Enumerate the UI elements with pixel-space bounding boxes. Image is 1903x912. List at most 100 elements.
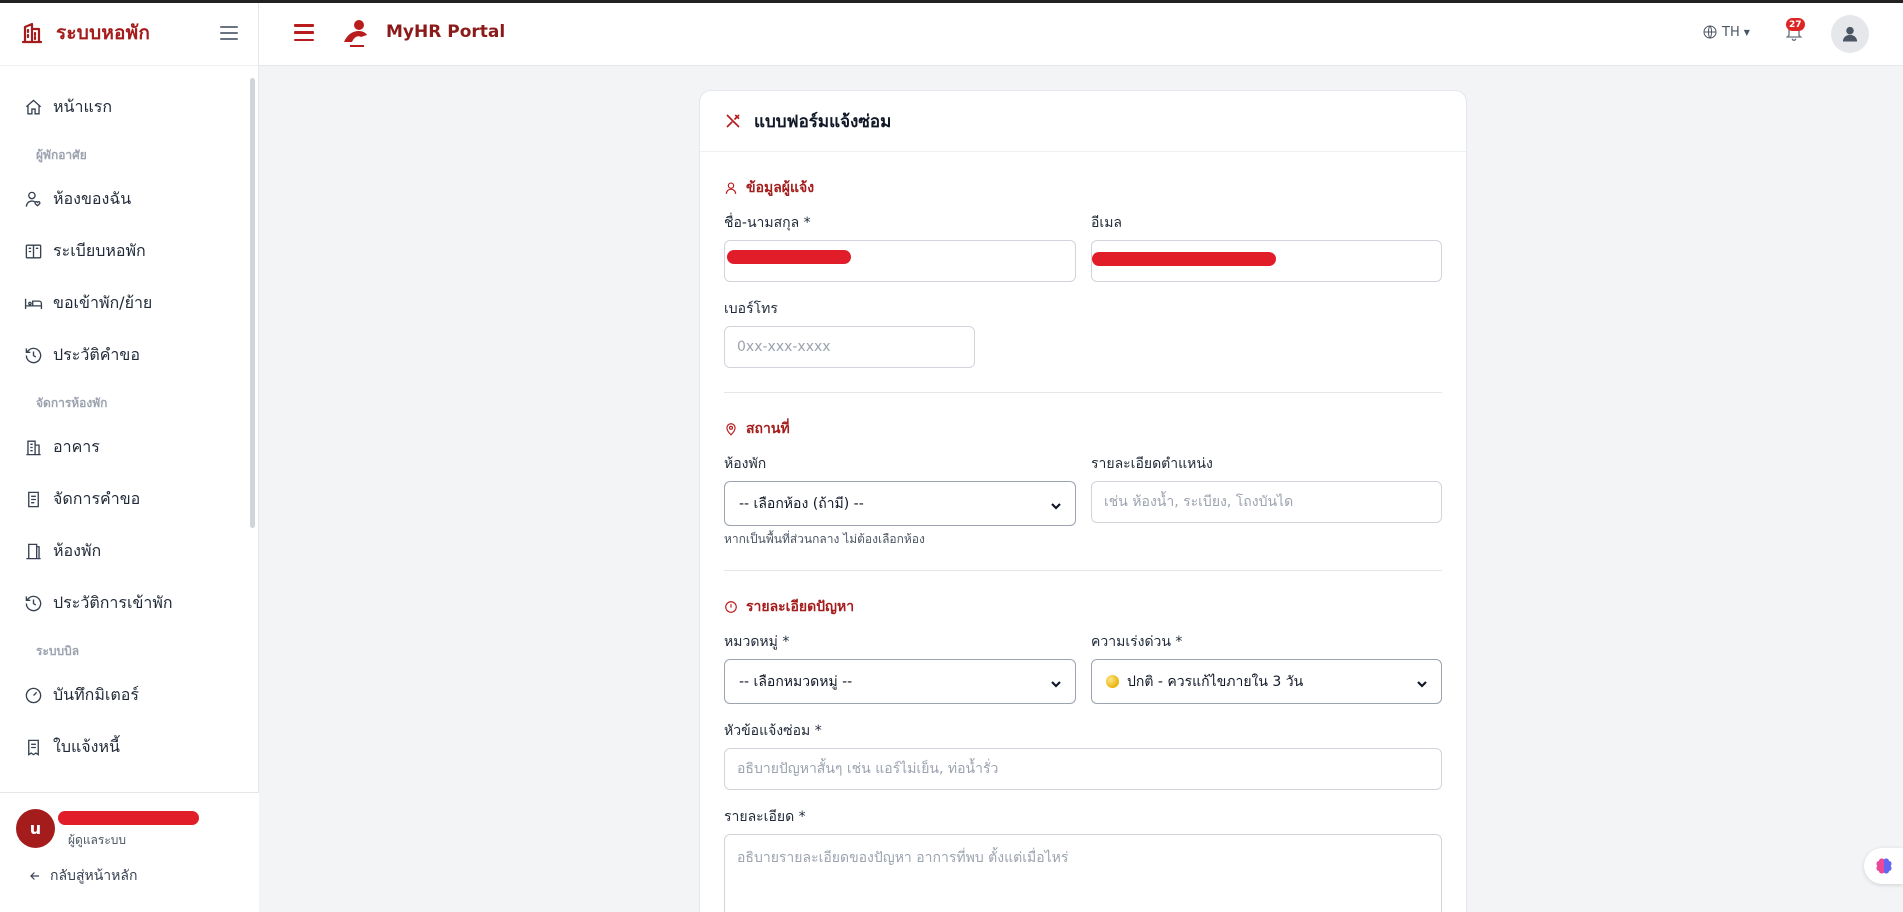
language-selector[interactable]: TH ▼ (1702, 24, 1750, 40)
sidebar-user-panel: u ผู้ดูแลระบบ กลับสู่หน้าหลัก (0, 792, 259, 912)
assistant-floating-button[interactable] (1864, 848, 1903, 884)
history-icon (25, 595, 42, 611)
sidebar-nav: หน้าแรก ผู้พักอาศัย ห้องของฉัน ระเบียบหอ… (0, 66, 258, 790)
chevron-down-icon (1051, 499, 1061, 510)
menu-icon[interactable] (294, 24, 314, 41)
yellow-circle-icon (1106, 675, 1119, 688)
sidebar-item-request-history[interactable]: ประวัติคำขอ (24, 340, 140, 370)
urgency-select[interactable]: ปกติ - ควรแก้ไขภายใน 3 วัน (1091, 659, 1442, 704)
sidebar-section-manage-rooms: จัดการห้องพัก (36, 396, 108, 410)
category-select[interactable]: -- เลือกหมวดหมู่ -- (724, 659, 1076, 704)
notification-count-badge: 27 (1786, 18, 1805, 31)
location-detail-label: รายละเอียดตำแหน่ง (1091, 456, 1213, 472)
sidebar-item-rooms[interactable]: ห้องพัก (24, 536, 101, 566)
category-label: หมวดหมู่ * (724, 634, 790, 650)
email-label: อีเมล (1091, 215, 1123, 231)
form-header: แบบฟอร์มแจ้งซ่อม (700, 91, 1466, 152)
sidebar-item-stay-history[interactable]: ประวัติการเข้าพัก (24, 588, 173, 618)
tools-icon (726, 114, 740, 128)
history-icon (25, 347, 42, 363)
sidebar-brand: ระบบหอพัก (0, 0, 258, 66)
sidebar: ระบบหอพัก หน้าแรก ผู้พักอาศัย ห้องของฉัน… (0, 0, 259, 912)
avatar[interactable]: u (16, 809, 55, 848)
sidebar-section-billing: ระบบบิล (36, 644, 80, 658)
sidebar-item-label: ขอเข้าพัก/ย้าย (53, 292, 153, 312)
room-label: ห้องพัก (724, 456, 767, 472)
chevron-down-icon (1051, 677, 1061, 688)
form-title: แบบฟอร์มแจ้งซ่อม (754, 111, 892, 132)
chevron-down-icon: ▼ (1743, 27, 1750, 37)
section-divider (724, 570, 1442, 571)
gauge-icon (25, 687, 42, 703)
user-heart-icon (25, 191, 41, 207)
location-detail-placeholder: เช่น ห้องน้ำ, ระเบียง, โถงบันได (1104, 494, 1294, 510)
map-pin-icon (726, 423, 736, 436)
section-reporter-info: ข้อมูลผู้แจ้ง (724, 177, 814, 199)
user-icon (1842, 26, 1858, 42)
sidebar-scrollbar[interactable] (250, 78, 255, 528)
phone-field[interactable]: 0xx-xxx-xxxx (724, 326, 975, 368)
phone-label: เบอร์โทร (724, 301, 778, 317)
building-icon (26, 439, 41, 455)
subject-label: หัวข้อแจ้งซ่อม * (724, 723, 822, 739)
sidebar-collapse-icon[interactable] (220, 25, 238, 40)
sidebar-item-dorm-rules[interactable]: ระเบียบหอพัก (24, 236, 146, 266)
sidebar-item-label: ห้องพัก (53, 540, 102, 560)
book-icon (25, 243, 42, 259)
sidebar-item-manage-requests[interactable]: จัดการคำขอ (24, 484, 140, 514)
sidebar-item-label: จัดการคำขอ (53, 488, 141, 508)
home-icon (25, 98, 42, 115)
room-hint: หากเป็นพื้นที่ส่วนกลาง ไม่ต้องเลือกห้อง (724, 532, 925, 546)
repair-request-form: แบบฟอร์มแจ้งซ่อม ข้อมูลผู้แจ้ง ชื่อ-นามส… (699, 90, 1467, 912)
sidebar-item-label: ใบแจ้งหนี้ (53, 736, 120, 756)
sidebar-item-label: อาคาร (53, 436, 100, 456)
detail-placeholder: อธิบายรายละเอียดของปัญหา อาการที่พบ ตั้ง… (737, 850, 1069, 866)
profile-avatar-button[interactable] (1831, 15, 1869, 53)
location-detail-field[interactable]: เช่น ห้องน้ำ, ระเบียง, โถงบันได (1091, 481, 1442, 523)
alert-circle-icon (725, 601, 737, 613)
sidebar-item-invoices[interactable]: ใบแจ้งหนี้ (24, 732, 120, 762)
arrow-left-icon (30, 872, 40, 880)
section-title: ข้อมูลผู้แจ้ง (746, 180, 815, 196)
window-top-border (0, 0, 1903, 3)
subject-field[interactable]: อธิบายปัญหาสั้นๆ เช่น แอร์ไม่เย็น, ท่อน้… (724, 748, 1442, 790)
language-label: TH (1722, 24, 1740, 40)
room-select-value: -- เลือกห้อง (ถ้ามี) -- (739, 495, 864, 512)
urgency-label: ความเร่งด่วน * (1091, 634, 1183, 650)
section-problem-details: รายละเอียดปัญหา (724, 596, 854, 618)
back-to-home-link[interactable]: กลับสู่หน้าหลัก (28, 865, 137, 887)
sidebar-item-label: ระเบียบหอพัก (53, 240, 146, 260)
phone-placeholder: 0xx-xxx-xxxx (737, 339, 831, 355)
urgency-select-value: ปกติ - ควรแก้ไขภายใน 3 วัน (1127, 673, 1304, 690)
brain-icon (1875, 858, 1892, 874)
section-title: รายละเอียดปัญหา (746, 599, 855, 615)
email-redacted (1092, 252, 1276, 266)
bed-icon (24, 298, 43, 309)
chevron-down-icon (1417, 677, 1427, 688)
detail-label: รายละเอียด * (724, 809, 806, 825)
user-icon (725, 182, 737, 194)
sidebar-item-my-room[interactable]: ห้องของฉัน (24, 184, 131, 214)
sidebar-item-label: ประวัติการเข้าพัก (53, 592, 173, 612)
sidebar-item-label: ประวัติคำขอ (53, 344, 140, 364)
door-icon (26, 543, 41, 559)
section-title: สถานที่ (746, 421, 790, 437)
top-header: MyHR Portal TH ▼ 27 (259, 0, 1903, 66)
full-name-label: ชื่อ-นามสกุล * (724, 215, 811, 231)
user-role: ผู้ดูแลระบบ (68, 833, 127, 847)
invoice-icon (28, 739, 39, 756)
brand-title: ระบบหอพัก (56, 21, 151, 44)
dormitory-building-icon (21, 22, 43, 43)
sidebar-item-meter-record[interactable]: บันทึกมิเตอร์ (24, 680, 139, 710)
sidebar-item-buildings[interactable]: อาคาร (24, 432, 100, 462)
user-name-redacted (58, 811, 199, 825)
sidebar-item-label: ห้องของฉัน (53, 188, 132, 208)
sidebar-item-request-stay[interactable]: ขอเข้าพัก/ย้าย (24, 288, 152, 318)
section-location: สถานที่ (724, 418, 790, 440)
clipboard-icon (28, 491, 39, 507)
category-select-value: -- เลือกหมวดหมู่ -- (739, 673, 853, 690)
sidebar-item-home[interactable]: หน้าแรก (24, 92, 112, 122)
detail-textarea[interactable]: อธิบายรายละเอียดของปัญหา อาการที่พบ ตั้ง… (724, 834, 1442, 912)
sidebar-section-resident: ผู้พักอาศัย (36, 148, 87, 162)
room-select[interactable]: -- เลือกห้อง (ถ้ามี) -- (724, 481, 1076, 526)
